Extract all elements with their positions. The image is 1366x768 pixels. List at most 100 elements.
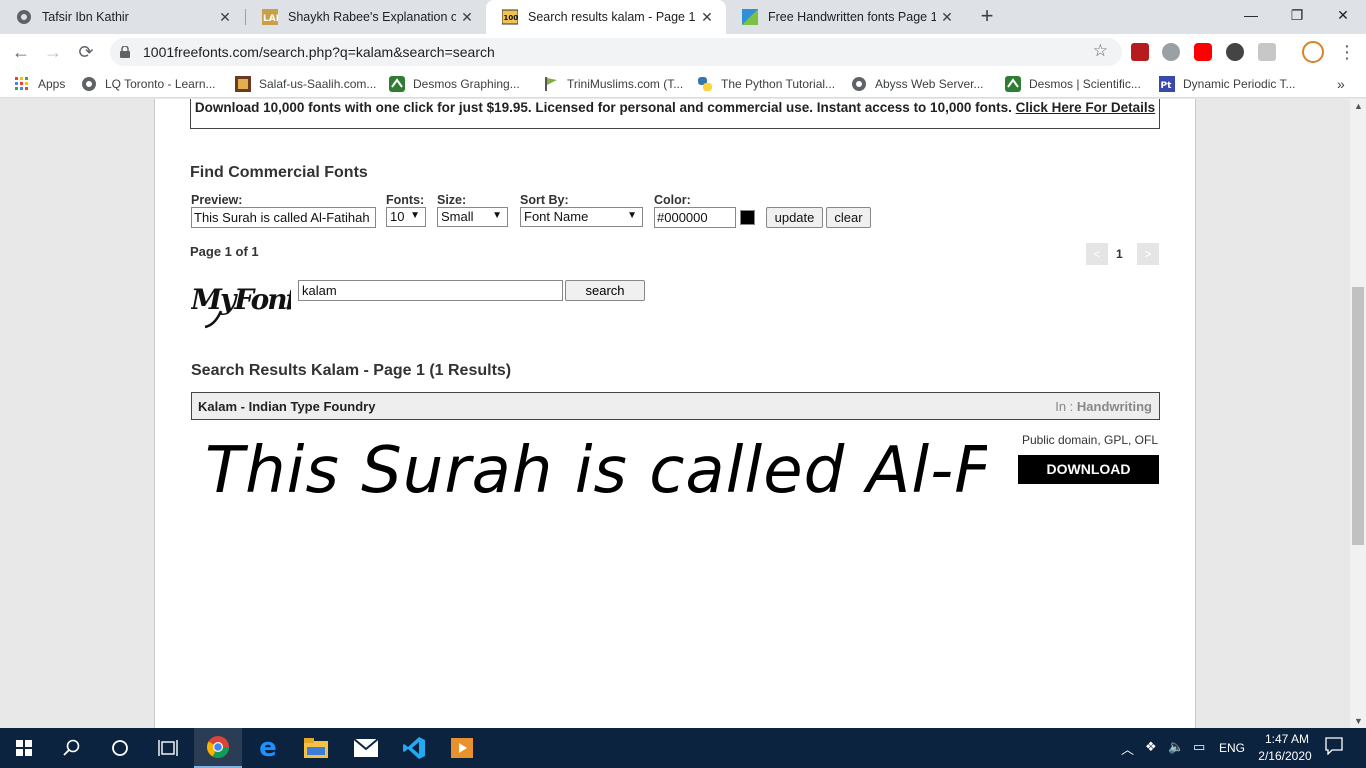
promo-details-link[interactable]: Click Here For Details [1016,100,1156,115]
menu-kebab-icon[interactable]: ⋮ [1334,39,1360,65]
minimize-button[interactable]: — [1228,0,1274,30]
bookmark-label: The Python Tutorial... [721,77,836,91]
next-page-button[interactable]: > [1137,243,1159,265]
mail-taskbar-icon[interactable] [342,728,390,768]
tab-label: Shaykh Rabee's Explanation of In [288,10,456,24]
browser-toolbar: ← → ⟳ 1001freefonts.com/search.php?q=kal… [0,34,1366,70]
font-preview-image[interactable]: This Surah is called Al-Fatihah [205,434,987,524]
color-swatch[interactable] [740,210,755,225]
close-icon[interactable]: ✕ [456,9,478,26]
tab-handwritten-fonts[interactable]: Free Handwritten fonts Page 13 - ✕ [726,0,966,34]
clear-button[interactable]: clear [826,207,871,228]
category-prefix: In : [1055,399,1077,414]
myfonts-logo[interactable]: MyFonts [190,277,315,337]
font-name-line: Kalam - Indian Type Foundry [198,399,375,414]
volume-icon[interactable]: 🔈 [1168,739,1184,755]
preview-text-input[interactable]: This Surah is called Al-Fatihah [191,207,376,228]
bookmark-label: TriniMuslims.com (T... [567,77,684,91]
tab-tafsir[interactable]: Tafsir Ibn Kathir ✕ [0,0,244,34]
search-results-title: Search Results Kalam - Page 1 (1 Results… [191,362,512,379]
category-link[interactable]: Handwriting [1077,399,1152,414]
clock-date[interactable]: 2/16/2020 [1254,749,1316,763]
svg-text:Pt: Pt [1161,81,1173,91]
lai-icon: LAI [262,9,279,25]
ublock-extension-icon[interactable] [1131,43,1149,61]
file-explorer-taskbar-icon[interactable] [292,728,340,768]
windows-start-icon[interactable] [0,728,48,768]
youtube-extension-icon[interactable] [1194,43,1212,61]
bookmark-label: Apps [38,77,66,91]
bookmark-label: Salaf-us-Saalih.com... [259,77,377,91]
close-icon[interactable]: ✕ [936,9,958,26]
bookmark-lq-toronto[interactable]: LQ Toronto - Learn... [81,76,216,92]
reload-button[interactable]: ⟳ [73,39,99,65]
fonts-label: Fonts: [386,193,425,207]
size-select[interactable]: Small ▼ [437,207,508,227]
find-commercial-fonts-title: Find Commercial Fonts [190,164,368,181]
language-indicator[interactable]: ENG [1219,741,1245,755]
page-content: Download 10,000 fonts with one click for… [154,99,1196,728]
sort-by-select[interactable]: Font Name ▼ [520,207,643,227]
chrome-taskbar-icon[interactable] [194,728,242,768]
bookmark-salaf[interactable]: Salaf-us-Saalih.com... [235,76,376,92]
cortana-icon[interactable] [96,728,144,768]
search-icon[interactable] [48,728,96,768]
bookmark-label: Desmos | Scientific... [1029,77,1141,91]
skype-extension-icon[interactable] [1162,43,1180,61]
bookmark-periodic-table[interactable]: Pt Dynamic Periodic T... [1159,76,1295,92]
update-button[interactable]: update [766,207,823,228]
bookmark-star-icon[interactable]: ☆ [1093,41,1108,61]
bookmark-label: Dynamic Periodic T... [1183,77,1296,91]
bookmark-desmos-scientific[interactable]: Desmos | Scientific... [1005,76,1141,92]
bookmark-trinimuslims[interactable]: TriniMuslims.com (T... [543,76,683,92]
font-category: In : Handwriting [1055,399,1152,414]
extension-icon[interactable] [1226,43,1244,61]
promo-text: Download 10,000 fonts with one click for… [194,100,1012,115]
myfonts-search-input[interactable]: kalam [298,280,563,301]
notifications-icon[interactable] [1325,737,1343,758]
close-window-button[interactable]: ✕ [1320,0,1366,30]
tab-search-results[interactable]: 1001 Search results kalam - Page 1 - 10 … [486,0,726,34]
myfonts-search-button[interactable]: search [565,280,645,301]
prev-page-button[interactable]: < [1086,243,1108,265]
page-scrollbar[interactable]: ▲ ▼ [1350,99,1366,728]
bookmarks-overflow-icon[interactable]: » [1337,76,1345,92]
extension-icon[interactable] [1258,43,1276,61]
task-view-icon[interactable] [144,728,192,768]
scroll-down-arrow-icon[interactable]: ▼ [1354,716,1363,726]
font-name-link[interactable]: Kalam [198,399,237,414]
restore-button[interactable]: ❐ [1274,0,1320,30]
fonts-per-page-select[interactable]: 10 ▼ [386,207,426,227]
back-button[interactable]: ← [8,39,34,65]
color-input[interactable]: #000000 [654,207,736,228]
bookmark-abyss[interactable]: Abyss Web Server... [851,76,984,92]
tab-shaykh-rabee[interactable]: LAI Shaykh Rabee's Explanation of In ✕ [246,0,486,34]
scrollbar-thumb[interactable] [1352,287,1364,545]
pt-icon: Pt [1159,76,1175,92]
tab-label: Free Handwritten fonts Page 13 - [768,10,936,24]
scroll-up-arrow-icon[interactable]: ▲ [1354,101,1363,111]
address-bar[interactable]: 1001freefonts.com/search.php?q=kalam&sea… [110,38,1122,66]
site-icon [235,76,251,92]
close-icon[interactable]: ✕ [696,9,718,26]
new-tab-button[interactable]: + [976,5,998,27]
video-app-taskbar-icon[interactable] [438,728,486,768]
flag-icon [543,76,559,92]
vscode-taskbar-icon[interactable] [390,728,438,768]
edge-taskbar-icon[interactable]: e [244,728,292,768]
tray-overflow-chevron-icon[interactable]: ︿ [1121,739,1134,758]
foundry-link[interactable]: - Indian Type Foundry [237,399,376,414]
sort-select-value: Font Name [524,209,589,224]
download-button[interactable]: DOWNLOAD [1018,455,1159,484]
profile-avatar[interactable] [1302,41,1324,63]
forward-button[interactable]: → [40,39,66,65]
bookmark-desmos-graphing[interactable]: Desmos Graphing... [389,76,520,92]
bookmark-python-tutorial[interactable]: The Python Tutorial... [697,76,835,92]
close-icon[interactable]: ✕ [214,9,236,26]
current-page-number[interactable]: 1 [1116,247,1123,261]
dropbox-tray-icon[interactable]: ❖ [1145,739,1157,755]
bookmark-apps[interactable]: Apps [14,76,65,92]
network-icon[interactable]: ▭ [1193,739,1205,755]
1001-icon: 1001 [501,9,523,25]
clock-time[interactable]: 1:47 AM [1260,732,1314,746]
